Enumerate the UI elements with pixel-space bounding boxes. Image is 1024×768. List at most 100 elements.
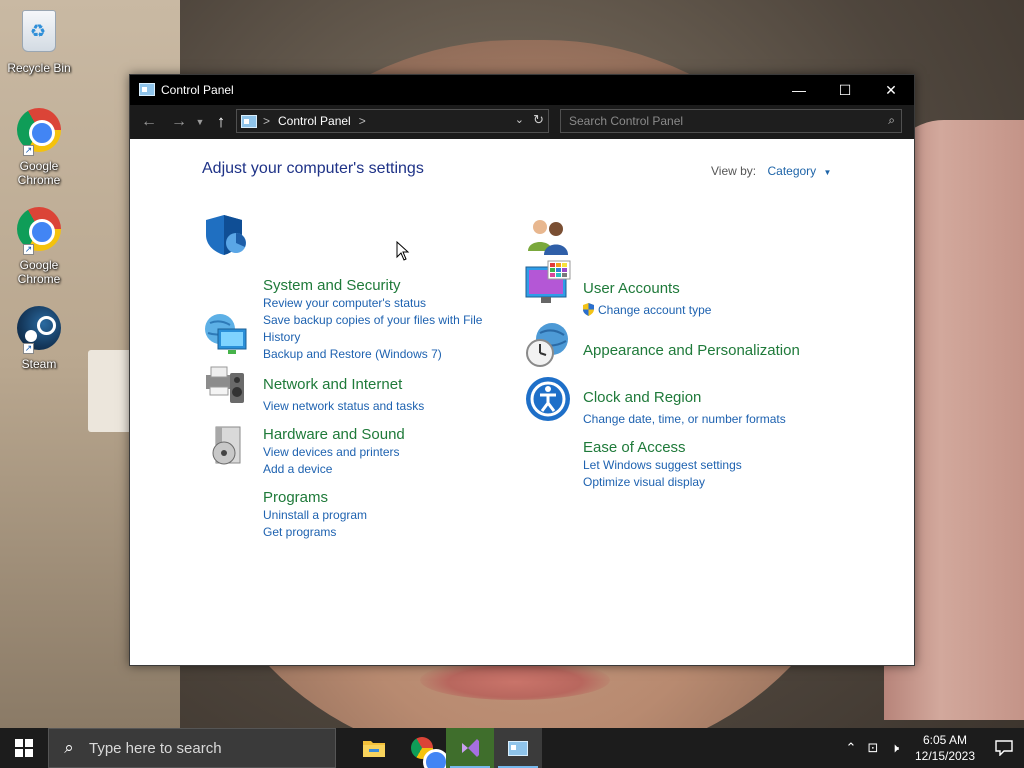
address-toolbar: ← → ▼ ↑ > Control Panel > ⌄ ↻ Search Con…: [130, 105, 914, 139]
category-title[interactable]: Ease of Access: [583, 439, 686, 457]
desktop-icon-google-chrome[interactable]: ↗ Google Chrome: [4, 106, 74, 187]
breadcrumb-control-panel[interactable]: Control Panel: [278, 114, 351, 128]
category-ease-of-access: Ease of Access Let Windows suggest setti…: [583, 439, 742, 491]
chevron-down-icon[interactable]: ⌄: [515, 113, 524, 126]
users-icon: [528, 220, 568, 255]
link-optimize-display[interactable]: Optimize visual display: [583, 474, 742, 491]
breadcrumb-separator: >: [263, 114, 271, 128]
desktop-icon-label: Steam: [21, 357, 57, 371]
link-date-time-formats[interactable]: Change date, time, or number formats: [583, 411, 786, 428]
network-globe-icon: [205, 314, 247, 354]
volume-muted-icon[interactable]: 🕨: [884, 740, 906, 756]
minimize-button[interactable]: —: [776, 75, 822, 105]
address-bar[interactable]: > Control Panel > ⌄ ↻: [236, 109, 549, 133]
taskbar-chrome[interactable]: [398, 728, 449, 768]
control-panel-icon: [241, 114, 257, 128]
view-by-dropdown[interactable]: Category: [767, 164, 816, 178]
category-title[interactable]: Appearance and Personalization: [583, 342, 800, 360]
ease-of-access-icon: [526, 377, 570, 421]
breadcrumb-separator[interactable]: >: [359, 114, 366, 128]
programs-disc-icon: [212, 426, 241, 465]
control-panel-icon: [508, 740, 528, 756]
category-network-internet: Network and Internet View network status…: [263, 376, 424, 415]
category-user-accounts: User Accounts Change account type: [583, 280, 711, 319]
wallpaper-lips: [420, 660, 610, 700]
category-title[interactable]: Network and Internet: [263, 376, 402, 394]
link-suggest-settings[interactable]: Let Windows suggest settings: [583, 457, 742, 474]
windows-logo-icon: [15, 739, 33, 757]
visual-studio-icon: [462, 739, 479, 757]
clock-time: 6:05 AM: [922, 733, 968, 747]
desktop-icon-label: Google Chrome: [17, 159, 61, 187]
link-review-status[interactable]: Review your computer's status: [263, 295, 489, 312]
clock-globe-icon: [526, 323, 568, 367]
search-placeholder: Search Control Panel: [569, 114, 684, 128]
category-clock-region: Clock and Region Change date, time, or n…: [583, 389, 786, 428]
close-icon: ✕: [885, 81, 897, 98]
taskbar-control-panel[interactable]: [494, 728, 542, 768]
arrow-left-icon: ←: [141, 113, 157, 130]
caret-down-icon[interactable]: ▼: [824, 168, 832, 177]
category-title[interactable]: Programs: [263, 489, 328, 507]
close-button[interactable]: ✕: [868, 75, 914, 105]
link-change-account-type[interactable]: Change account type: [583, 302, 711, 319]
chevron-down-icon: ▼: [195, 117, 205, 127]
desktop-icon-recycle-bin[interactable]: ♻ Recycle Bin: [4, 6, 74, 75]
maximize-icon: ☐: [838, 81, 852, 98]
arrow-right-icon: →: [171, 113, 187, 130]
link-network-status[interactable]: View network status and tasks: [263, 398, 424, 415]
taskbar: ⌕ Type here to search ⌃ ⊡ 🕨 6:05 AM 12/1…: [0, 728, 1024, 768]
category-title[interactable]: Hardware and Sound: [263, 426, 405, 444]
maximize-button[interactable]: ☐: [822, 75, 868, 105]
desktop-icon-label: Recycle Bin: [7, 61, 71, 75]
shortcut-arrow-icon: ↗: [23, 244, 34, 255]
forward-button[interactable]: →: [166, 109, 192, 135]
clock-date: 12/15/2023: [914, 749, 976, 763]
uac-shield-icon: [583, 303, 594, 316]
category-programs: Programs Uninstall a program Get program…: [263, 489, 367, 541]
network-icon[interactable]: ⊡: [862, 740, 884, 756]
taskbar-search-input[interactable]: ⌕ Type here to search: [48, 728, 336, 768]
category-title[interactable]: User Accounts: [583, 280, 680, 298]
link-backup-restore[interactable]: Backup and Restore (Windows 7): [263, 346, 489, 363]
view-by-label: View by:: [711, 164, 757, 178]
taskbar-file-explorer[interactable]: [350, 728, 398, 768]
up-button[interactable]: ↑: [208, 109, 234, 135]
system-tray: ⌃ ⊡ 🕨 6:05 AM 12/15/2023: [840, 728, 1024, 768]
printer-speaker-icon: [206, 366, 244, 403]
link-devices-printers[interactable]: View devices and printers: [263, 444, 405, 461]
taskbar-visual-studio[interactable]: [446, 728, 494, 768]
refresh-icon[interactable]: ↻: [533, 112, 544, 128]
control-panel-window: Control Panel — ☐ ✕ ← → ▼ ↑ > Control Pa…: [129, 74, 915, 666]
chevron-up-icon[interactable]: ⌃: [840, 740, 862, 756]
mouse-cursor-icon: [396, 241, 410, 261]
control-panel-content: Adjust your computer's settings View by:…: [130, 139, 914, 665]
search-input[interactable]: Search Control Panel ⌕: [560, 109, 902, 133]
monitor-palette-icon: [525, 260, 571, 303]
category-title[interactable]: System and Security: [263, 277, 401, 295]
taskbar-search-placeholder: Type here to search: [89, 739, 222, 757]
category-title[interactable]: Clock and Region: [583, 389, 701, 407]
search-icon[interactable]: ⌕: [888, 113, 895, 128]
link-get-programs[interactable]: Get programs: [263, 524, 367, 541]
clock[interactable]: 6:05 AM 12/15/2023: [906, 732, 984, 764]
arrow-up-icon: ↑: [216, 112, 226, 131]
link-add-device[interactable]: Add a device: [263, 461, 405, 478]
link-file-history[interactable]: Save backup copies of your files with Fi…: [263, 312, 489, 346]
window-title: Control Panel: [161, 83, 234, 97]
back-button[interactable]: ←: [136, 109, 162, 135]
shortcut-arrow-icon: ↗: [23, 145, 34, 156]
notification-center-button[interactable]: [984, 740, 1024, 756]
recent-locations-button[interactable]: ▼: [192, 109, 208, 135]
desktop-icon-google-chrome-2[interactable]: ↗ Google Chrome: [4, 205, 74, 286]
link-uninstall-program[interactable]: Uninstall a program: [263, 507, 367, 524]
title-bar[interactable]: Control Panel — ☐ ✕: [130, 75, 914, 105]
category-appearance: Appearance and Personalization: [583, 342, 800, 360]
desktop-icon-steam[interactable]: ↗ Steam: [4, 304, 74, 371]
desktop-icon-label: Google Chrome: [17, 258, 61, 286]
minimize-icon: —: [792, 82, 806, 98]
start-button[interactable]: [0, 728, 48, 768]
search-icon: ⌕: [64, 738, 74, 757]
view-by: View by: Category ▼: [711, 164, 831, 178]
control-panel-icon: [139, 83, 155, 97]
